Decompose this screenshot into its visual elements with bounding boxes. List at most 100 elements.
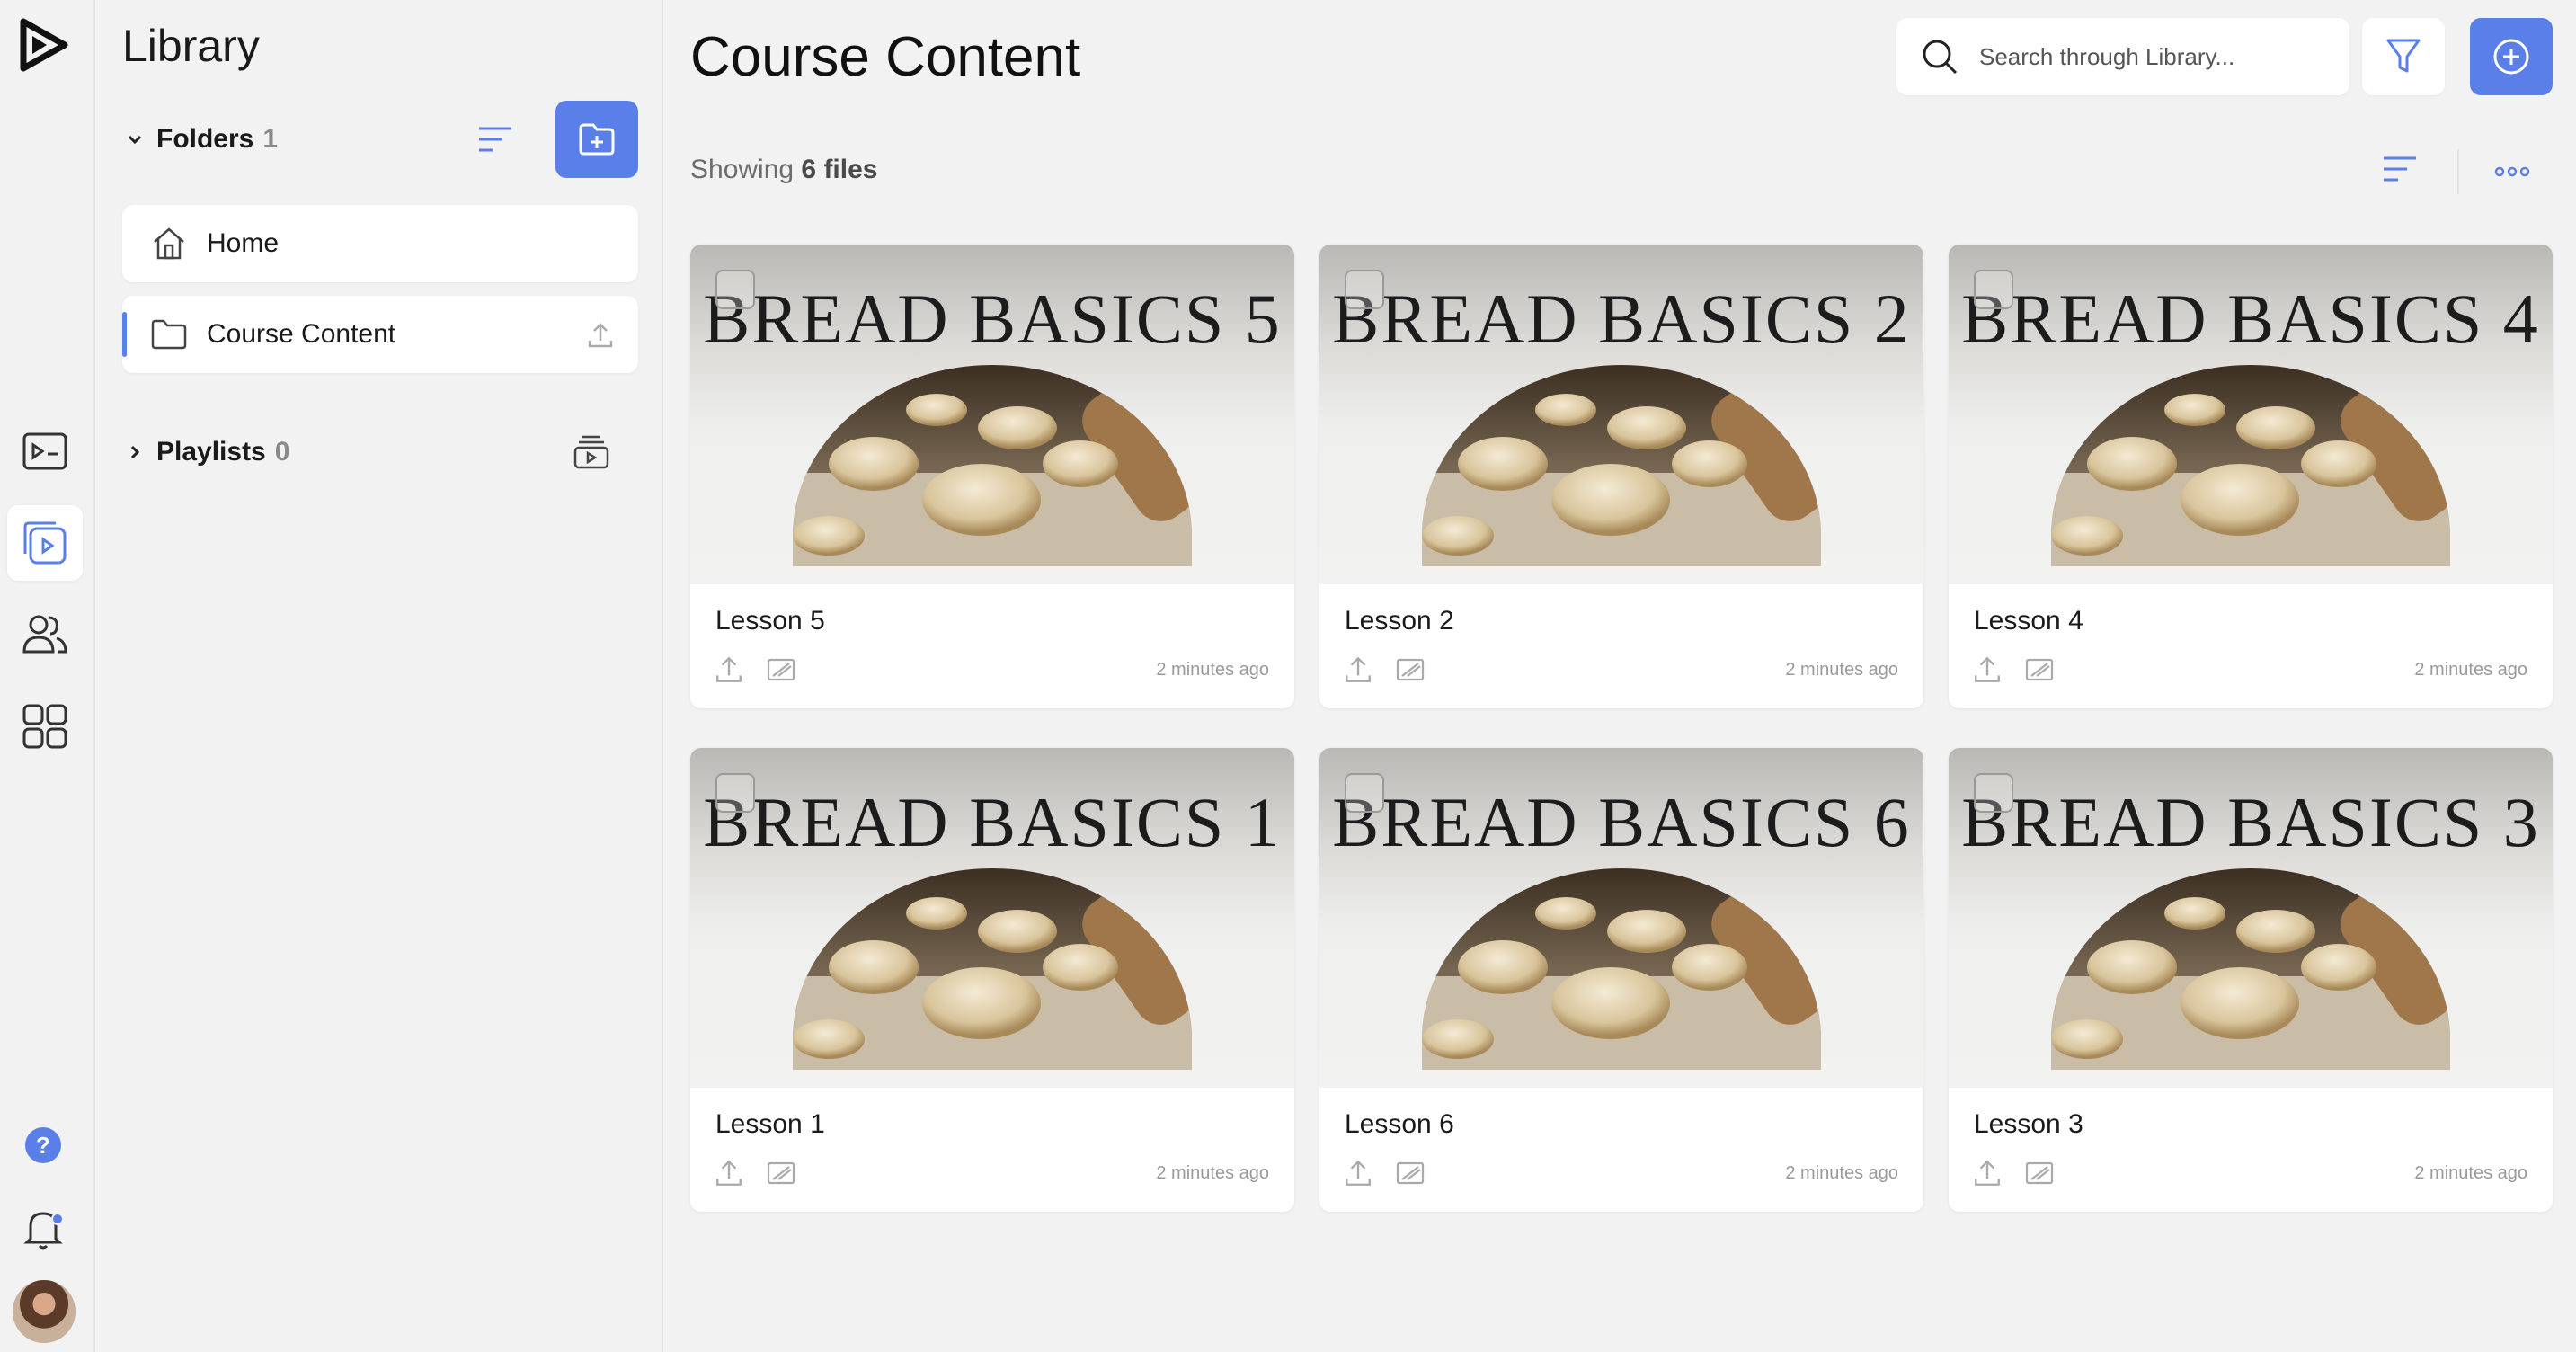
search-input[interactable]	[1979, 42, 2339, 71]
filter-button[interactable]	[2362, 18, 2445, 95]
file-card[interactable]: BREAD BASICS 6 Lesson 6 2 minutes ago	[1319, 748, 1923, 1212]
select-checkbox[interactable]	[1345, 270, 1384, 309]
file-card[interactable]: BREAD BASICS 5 Lesson 5 2 minutes ago	[690, 245, 1294, 708]
search-icon	[1923, 40, 1958, 75]
video-thumbnail[interactable]: BREAD BASICS 5	[690, 245, 1294, 584]
modified-time: 2 minutes ago	[2414, 1163, 2527, 1183]
sidebar-item-course-content[interactable]: Course Content	[122, 296, 638, 373]
help-icon[interactable]: ?	[25, 1127, 61, 1163]
bread-photo-image	[2051, 365, 2450, 566]
summary-count: 6 files	[801, 155, 878, 184]
add-new-button[interactable]	[2470, 18, 2553, 95]
folder-plus-icon	[579, 123, 615, 156]
file-count-summary: Showing 6 files	[690, 155, 877, 185]
upload-icon[interactable]	[714, 654, 744, 685]
select-checkbox[interactable]	[715, 270, 755, 309]
thumbnail-edit-icon[interactable]	[2024, 1158, 2055, 1188]
files-sort-icon[interactable]	[2380, 149, 2425, 194]
apps-nav-button[interactable]	[7, 689, 83, 764]
playlists-count: 0	[274, 437, 290, 467]
file-name: Lesson 6	[1345, 1109, 1454, 1139]
modified-time: 2 minutes ago	[1156, 660, 1269, 680]
chevron-down-icon	[126, 130, 147, 148]
folders-label: Folders	[156, 124, 254, 154]
summary-prefix: Showing	[690, 155, 795, 184]
thumbnail-title: BREAD BASICS 6	[1332, 783, 1911, 861]
library-nav-button[interactable]	[7, 505, 83, 581]
sidebar-item-label: Course Content	[207, 319, 396, 349]
folder-icon	[147, 313, 191, 356]
sidebar-item-label: Home	[207, 228, 280, 258]
app-logo-icon[interactable]	[16, 18, 70, 72]
upload-icon[interactable]	[1972, 654, 2003, 685]
filter-icon	[2386, 39, 2421, 73]
playlists-section-toggle[interactable]: Playlists 0	[126, 430, 289, 475]
video-thumbnail[interactable]: BREAD BASICS 1	[690, 748, 1294, 1088]
upload-icon[interactable]	[586, 321, 615, 350]
grid-icon	[22, 704, 67, 749]
thumbnail-edit-icon[interactable]	[766, 654, 796, 685]
library-icon	[23, 521, 67, 565]
bread-photo-image	[793, 868, 1192, 1070]
more-options-icon[interactable]	[2490, 149, 2535, 194]
thumbnail-edit-icon[interactable]	[766, 1158, 796, 1188]
user-avatar[interactable]	[13, 1280, 76, 1343]
file-card[interactable]: BREAD BASICS 1 Lesson 1 2 minutes ago	[690, 748, 1294, 1212]
thumbnail-edit-icon[interactable]	[1395, 654, 1426, 685]
library-sidebar: Library Folders 1 Home Course Content Pl…	[95, 0, 663, 1352]
modified-time: 2 minutes ago	[1156, 1163, 1269, 1183]
new-folder-button[interactable]	[555, 101, 638, 178]
notification-bell-icon[interactable]	[20, 1205, 68, 1253]
thumbnail-edit-icon[interactable]	[1395, 1158, 1426, 1188]
file-name: Lesson 1	[715, 1109, 825, 1139]
bread-photo-image	[2051, 868, 2450, 1070]
file-card[interactable]: BREAD BASICS 2 Lesson 2 2 minutes ago	[1319, 245, 1923, 708]
video-thumbnail[interactable]: BREAD BASICS 2	[1319, 245, 1923, 584]
folders-count: 1	[262, 124, 279, 154]
add-playlist-icon[interactable]	[572, 431, 617, 476]
upload-icon[interactable]	[714, 1158, 744, 1188]
modified-time: 2 minutes ago	[2414, 660, 2527, 680]
video-thumbnail[interactable]: BREAD BASICS 6	[1319, 748, 1923, 1088]
folders-section-toggle[interactable]: Folders 1	[126, 117, 278, 162]
chevron-right-icon	[126, 443, 147, 461]
select-checkbox[interactable]	[715, 773, 755, 813]
select-checkbox[interactable]	[1974, 773, 2013, 813]
thumbnail-edit-icon[interactable]	[2024, 654, 2055, 685]
file-name: Lesson 3	[1974, 1109, 2083, 1139]
sidebar-item-home[interactable]: Home	[122, 205, 638, 282]
folders-sort-icon[interactable]	[473, 117, 518, 162]
file-name: Lesson 5	[715, 606, 825, 636]
main-content: Course Content Showing 6 files BREAD BAS…	[665, 0, 2576, 1352]
home-icon	[147, 222, 191, 265]
modified-time: 2 minutes ago	[1785, 1163, 1898, 1183]
upload-icon[interactable]	[1343, 654, 1373, 685]
modified-time: 2 minutes ago	[1785, 660, 1898, 680]
videos-nav-button[interactable]	[7, 414, 83, 489]
upload-icon[interactable]	[1972, 1158, 2003, 1188]
contacts-nav-button[interactable]	[7, 597, 83, 672]
page-title: Course Content	[690, 26, 1081, 88]
plus-circle-icon	[2493, 39, 2529, 75]
file-name: Lesson 2	[1345, 606, 1454, 636]
bread-photo-image	[1422, 365, 1821, 566]
search-box[interactable]	[1896, 18, 2349, 95]
bread-photo-image	[793, 365, 1192, 566]
thumbnail-title: BREAD BASICS 2	[1332, 280, 1911, 358]
upload-icon[interactable]	[1343, 1158, 1373, 1188]
video-thumbnail[interactable]: BREAD BASICS 3	[1949, 748, 2553, 1088]
thumbnail-title: BREAD BASICS 1	[703, 783, 1282, 861]
file-card[interactable]: BREAD BASICS 4 Lesson 4 2 minutes ago	[1949, 245, 2553, 708]
sidebar-title: Library	[122, 21, 260, 71]
users-icon	[22, 615, 67, 654]
nav-rail: ?	[0, 0, 95, 1352]
select-checkbox[interactable]	[1345, 773, 1384, 813]
select-checkbox[interactable]	[1974, 270, 2013, 309]
thumbnail-title: BREAD BASICS 4	[1961, 280, 2540, 358]
file-card[interactable]: BREAD BASICS 3 Lesson 3 2 minutes ago	[1949, 748, 2553, 1212]
toolbar-divider	[2457, 149, 2459, 194]
video-list-icon	[22, 432, 67, 470]
bread-photo-image	[1422, 868, 1821, 1070]
video-thumbnail[interactable]: BREAD BASICS 4	[1949, 245, 2553, 584]
file-name: Lesson 4	[1974, 606, 2083, 636]
